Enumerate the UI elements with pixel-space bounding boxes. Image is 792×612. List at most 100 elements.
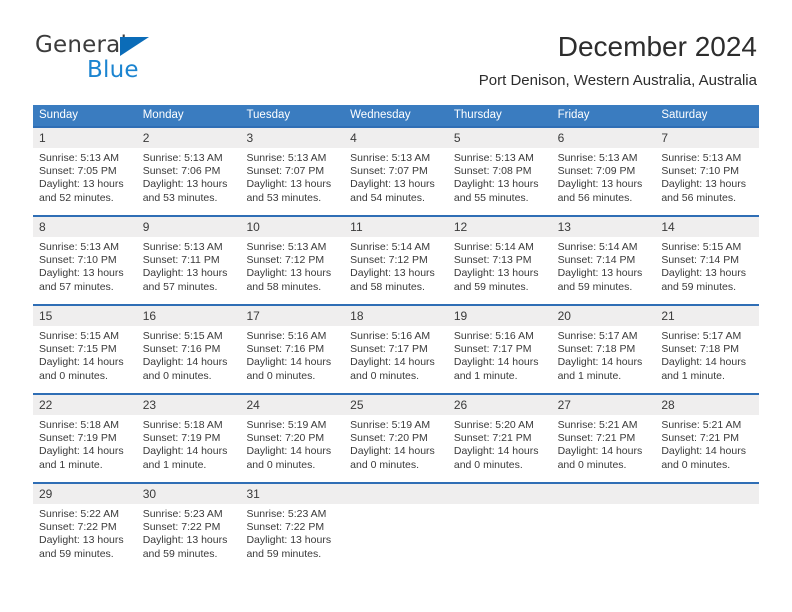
sunset-text: Sunset: 7:22 PM [246, 521, 325, 534]
day-details: Sunrise: 5:18 AM Sunset: 7:19 PM Daylight:… [33, 415, 137, 472]
day-number: 16 [142, 309, 157, 323]
day-cell[interactable]: 23 Sunrise: 5:18 AM Sunset: 7:19 PM Dayligh… [136, 393, 241, 482]
sunrise-text: Sunrise: 5:16 AM [246, 330, 327, 342]
daylight-text-line1: Daylight: 13 hours [142, 178, 228, 191]
day-number-strip: 14 [655, 217, 760, 237]
day-cell[interactable]: 2 Sunrise: 5:13 AM Sunset: 7:06 PM Daylight… [136, 126, 241, 215]
day-number-strip: 24 [240, 395, 345, 415]
day-cell[interactable]: 24 Sunrise: 5:19 AM Sunset: 7:20 PM Dayligh… [240, 393, 345, 482]
day-details: Sunrise: 5:13 AM Sunset: 7:07 PM Daylight:… [344, 148, 448, 205]
sunset-text: Sunset: 7:21 PM [453, 432, 532, 445]
page-header: General Blue December 2024 Port Denison,… [0, 0, 792, 100]
daylight-text-line1: Daylight: 13 hours [246, 267, 332, 280]
sunrise-text: Sunrise: 5:20 AM [453, 419, 534, 431]
day-cell[interactable]: 3 Sunrise: 5:13 AM Sunset: 7:07 PM Daylight… [240, 126, 345, 215]
daylight-text-line2: and 0 minutes. [246, 369, 316, 382]
day-number-strip: 21 [655, 306, 760, 326]
sunrise-text: Sunrise: 5:13 AM [142, 241, 223, 253]
calendar-week-row: 22 Sunrise: 5:18 AM Sunset: 7:19 PM Dayligh… [33, 393, 760, 482]
day-cell[interactable]: 1 Sunrise: 5:13 AM Sunset: 7:05 PM Daylight… [33, 126, 137, 215]
day-number-strip: 10 [240, 217, 345, 237]
day-number-strip [655, 484, 760, 504]
daylight-text-line2: and 0 minutes. [557, 458, 627, 471]
day-details: Sunrise: 5:13 AM Sunset: 7:11 PM Daylight:… [137, 237, 241, 294]
daylight-text-line1: Daylight: 13 hours [661, 178, 746, 191]
sunset-text: Sunset: 7:18 PM [661, 343, 739, 356]
daylight-text-line1: Daylight: 14 hours [453, 445, 539, 458]
day-number: 10 [246, 220, 260, 234]
day-cell[interactable]: 28 Sunrise: 5:21 AM Sunset: 7:21 PM Dayligh… [655, 393, 760, 482]
day-cell[interactable]: 22 Sunrise: 5:18 AM Sunset: 7:19 PM Dayligh… [33, 393, 137, 482]
day-details: Sunrise: 5:21 AM Sunset: 7:21 PM Daylight:… [655, 415, 759, 472]
day-cell[interactable]: 27 Sunrise: 5:21 AM Sunset: 7:21 PM Dayligh… [551, 393, 656, 482]
daylight-text-line2: and 54 minutes. [350, 191, 425, 204]
day-cell[interactable]: 18 Sunrise: 5:16 AM Sunset: 7:17 PM Dayligh… [344, 304, 448, 393]
day-number-strip: 1 [33, 128, 137, 148]
day-number-strip: 15 [33, 306, 137, 326]
day-cell[interactable]: 17 Sunrise: 5:16 AM Sunset: 7:16 PM Dayligh… [240, 304, 345, 393]
day-cell[interactable]: 14 Sunrise: 5:15 AM Sunset: 7:14 PM Dayligh… [655, 215, 760, 304]
day-details [448, 504, 552, 508]
daylight-text-line2: and 59 minutes. [246, 547, 322, 560]
day-cell[interactable]: 4 Sunrise: 5:13 AM Sunset: 7:07 PM Daylight… [344, 126, 448, 215]
day-number: 18 [350, 309, 364, 323]
day-number: 28 [661, 398, 675, 412]
day-number-strip: 7 [655, 128, 760, 148]
day-cell[interactable]: 13 Sunrise: 5:14 AM Sunset: 7:14 PM Dayligh… [551, 215, 656, 304]
daylight-text-line2: and 0 minutes. [350, 458, 420, 471]
day-cell[interactable]: 29 Sunrise: 5:22 AM Sunset: 7:22 PM Dayligh… [33, 482, 137, 571]
day-number: 8 [39, 220, 46, 234]
daylight-text-line1: Daylight: 14 hours [246, 356, 332, 369]
day-number-strip: 16 [136, 306, 241, 326]
day-cell[interactable]: 26 Sunrise: 5:20 AM Sunset: 7:21 PM Dayligh… [447, 393, 552, 482]
sunset-text: Sunset: 7:08 PM [453, 165, 532, 178]
day-cell[interactable]: 6 Sunrise: 5:13 AM Sunset: 7:09 PM Daylight… [551, 126, 656, 215]
daylight-text-line2: and 1 minute. [142, 458, 207, 471]
weekday-header-row: Sunday Monday Tuesday Wednesday Thursday Frid… [33, 105, 759, 126]
day-cell[interactable]: 19 Sunrise: 5:16 AM Sunset: 7:17 PM Dayligh… [447, 304, 552, 393]
sunrise-text: Sunrise: 5:21 AM [557, 419, 638, 431]
day-cell[interactable]: 21 Sunrise: 5:17 AM Sunset: 7:18 PM Dayligh… [655, 304, 760, 393]
daylight-text-line1: Daylight: 14 hours [661, 445, 746, 458]
day-cell[interactable]: 16 Sunrise: 5:15 AM Sunset: 7:16 PM Dayligh… [136, 304, 241, 393]
daylight-text-line2: and 1 minute. [453, 369, 518, 382]
daylight-text-line2: and 56 minutes. [661, 191, 737, 204]
sunrise-text: Sunrise: 5:16 AM [350, 330, 431, 342]
day-cell[interactable]: 11 Sunrise: 5:14 AM Sunset: 7:12 PM Dayligh… [344, 215, 448, 304]
day-number: 30 [142, 487, 157, 501]
daylight-text-line1: Daylight: 14 hours [142, 356, 228, 369]
daylight-text-line1: Daylight: 13 hours [246, 534, 332, 547]
day-number: 9 [142, 220, 150, 234]
weekday-header-saturday: Saturday [661, 109, 708, 121]
day-cell[interactable]: 10 Sunrise: 5:13 AM Sunset: 7:12 PM Dayligh… [240, 215, 345, 304]
day-number: 26 [453, 398, 468, 412]
daylight-text-line2: and 53 minutes. [142, 191, 218, 204]
sunset-text: Sunset: 7:15 PM [39, 343, 117, 356]
sunset-text: Sunset: 7:10 PM [661, 165, 739, 178]
day-number: 22 [39, 398, 53, 412]
day-number: 6 [557, 131, 565, 145]
page-title: December 2024 [557, 31, 757, 62]
day-cell[interactable]: 8 Sunrise: 5:13 AM Sunset: 7:10 PM Daylight… [33, 215, 137, 304]
day-cell[interactable]: 31 Sunrise: 5:23 AM Sunset: 7:22 PM Dayligh… [240, 482, 345, 571]
sunset-text: Sunset: 7:19 PM [142, 432, 221, 445]
day-cell[interactable]: 7 Sunrise: 5:13 AM Sunset: 7:10 PM Daylight… [655, 126, 760, 215]
day-cell[interactable]: 15 Sunrise: 5:15 AM Sunset: 7:15 PM Dayligh… [33, 304, 137, 393]
logo-text-blue: Blue [87, 57, 139, 83]
weekday-header-wednesday: Wednesday [350, 109, 411, 121]
day-cell[interactable]: 5 Sunrise: 5:13 AM Sunset: 7:08 PM Daylight… [447, 126, 552, 215]
logo-text-general: General [35, 32, 128, 58]
day-details: Sunrise: 5:17 AM Sunset: 7:18 PM Daylight:… [552, 326, 656, 383]
day-number-strip: 20 [551, 306, 656, 326]
day-number-strip: 13 [551, 217, 656, 237]
day-number: 13 [557, 220, 571, 234]
sunrise-text: Sunrise: 5:14 AM [350, 241, 431, 253]
day-cell[interactable]: 20 Sunrise: 5:17 AM Sunset: 7:18 PM Dayligh… [551, 304, 656, 393]
sunrise-text: Sunrise: 5:22 AM [39, 508, 119, 520]
day-cell[interactable]: 25 Sunrise: 5:19 AM Sunset: 7:20 PM Dayligh… [344, 393, 448, 482]
day-cell[interactable]: 12 Sunrise: 5:14 AM Sunset: 7:13 PM Dayligh… [447, 215, 552, 304]
day-cell[interactable]: 30 Sunrise: 5:23 AM Sunset: 7:22 PM Dayligh… [136, 482, 241, 571]
day-cell[interactable]: 9 Sunrise: 5:13 AM Sunset: 7:11 PM Daylight… [136, 215, 241, 304]
day-details: Sunrise: 5:15 AM Sunset: 7:16 PM Daylight:… [137, 326, 241, 383]
daylight-text-line2: and 59 minutes. [142, 547, 218, 560]
